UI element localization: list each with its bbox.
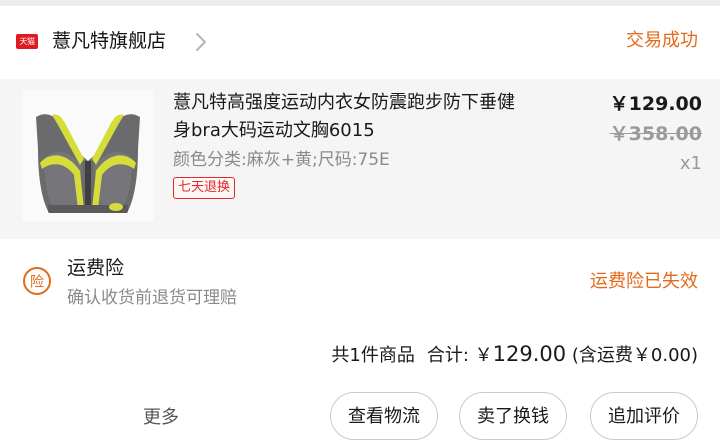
product-image[interactable]	[22, 89, 154, 221]
more-button[interactable]: 更多	[143, 404, 179, 432]
product-title-line1: 薏凡特高强度运动内衣女防震跑步防下垂健	[173, 92, 515, 113]
total-label: 合计: ￥	[426, 345, 493, 366]
sports-bra-image	[22, 89, 154, 221]
product-title[interactable]: 薏凡特高强度运动内衣女防震跑步防下垂健 身bra大码运动文胸6015	[173, 89, 573, 145]
quantity: x1	[679, 153, 702, 174]
store-header[interactable]: 天猫 薏凡特旗舰店 交易成功	[0, 18, 720, 64]
order-status: 交易成功	[626, 30, 698, 51]
insurance-icon-char: 险	[30, 275, 44, 291]
insurance-icon: 险	[23, 267, 51, 295]
item-count: 共1件商品	[331, 345, 415, 366]
shipping-insurance-row[interactable]: 险 运费险 确认收货前退货可理赔 运费险已失效	[0, 248, 720, 318]
order-summary: 共1件商品 合计: ￥129.00 (含运费￥0.00)	[331, 340, 698, 370]
product-spec: 颜色分类:麻灰+黄;尺码:75E	[173, 150, 390, 170]
insurance-status: 运费险已失效	[590, 271, 698, 292]
add-review-button[interactable]: 追加评价	[590, 392, 698, 440]
original-price: ￥358.00	[609, 123, 702, 145]
resell-button[interactable]: 卖了换钱	[459, 392, 567, 440]
order-card: 天猫 薏凡特旗舰店 交易成功 薏凡特高强度运动内衣女防震跑步防下垂健 身bra大…	[0, 6, 720, 446]
insurance-description: 确认收货前退货可理赔	[67, 288, 237, 308]
chevron-right-icon[interactable]	[190, 31, 212, 53]
tmall-logo-icon: 天猫	[16, 34, 38, 49]
view-logistics-button[interactable]: 查看物流	[330, 392, 438, 440]
product-row[interactable]: 薏凡特高强度运动内衣女防震跑步防下垂健 身bra大码运动文胸6015 颜色分类:…	[0, 79, 720, 239]
return-policy-badge: 七天退换	[173, 177, 236, 199]
total-amount: 129.00	[492, 342, 567, 366]
current-price: ￥129.00	[609, 93, 702, 115]
shipping-fee: (含运费￥0.00)	[571, 345, 698, 366]
store-name[interactable]: 薏凡特旗舰店	[52, 27, 166, 55]
product-title-line2: 身bra大码运动文胸6015	[173, 120, 375, 141]
insurance-title: 运费险	[67, 257, 125, 279]
